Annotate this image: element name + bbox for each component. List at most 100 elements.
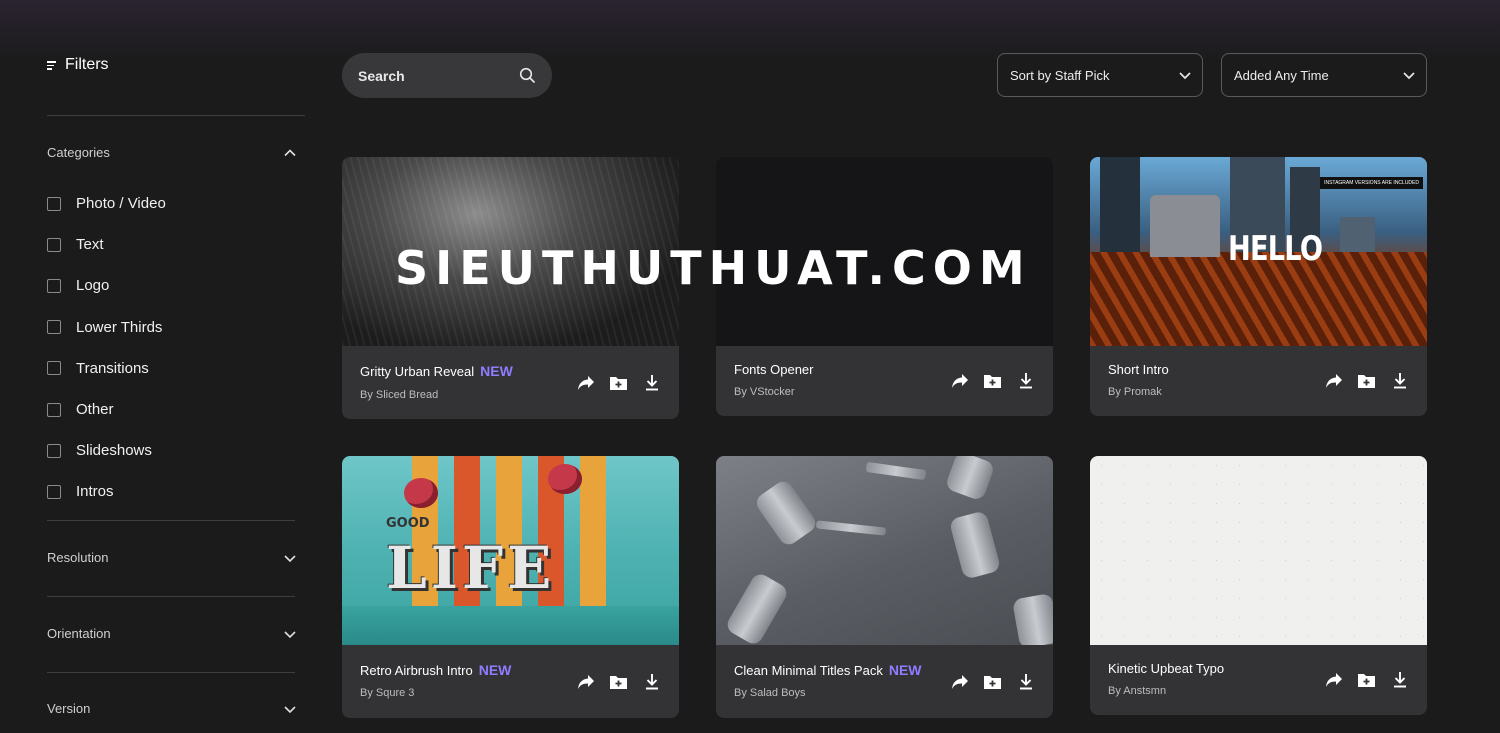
card-actions — [950, 672, 1035, 691]
card-author[interactable]: By Salad Boys — [734, 687, 806, 699]
chevron-down-icon — [284, 705, 296, 713]
category-label: Photo / Video — [76, 195, 166, 213]
share-icon[interactable] — [1324, 670, 1343, 689]
category-lower-thirds[interactable]: Lower Thirds — [47, 307, 166, 348]
card-title[interactable]: Kinetic Upbeat Typo — [1108, 661, 1224, 676]
new-badge: NEW — [480, 363, 513, 379]
time-dropdown[interactable]: Added Any Time — [1221, 53, 1427, 97]
template-card[interactable]: Kinetic Upbeat Typo By Anstsmn — [1090, 456, 1427, 715]
card-title[interactable]: Fonts Opener — [734, 362, 814, 377]
card-actions — [576, 373, 661, 392]
card-thumbnail[interactable] — [342, 157, 679, 346]
divider — [47, 672, 295, 673]
card-info: Clean Minimal Titles Pack NEW By Salad B… — [716, 645, 1053, 718]
chevron-down-icon — [284, 554, 296, 562]
download-icon[interactable] — [1390, 670, 1409, 689]
card-author[interactable]: By Sliced Bread — [360, 389, 438, 401]
instagram-note: INSTAGRAM VERSIONS ARE INCLUDED — [1320, 177, 1423, 189]
card-thumbnail[interactable]: GOOD LIFE — [342, 456, 679, 645]
resolution-header[interactable]: Resolution — [47, 550, 297, 565]
download-icon[interactable] — [1016, 672, 1035, 691]
share-icon[interactable] — [576, 672, 595, 691]
thumb-good-text: GOOD — [386, 516, 430, 531]
category-label: Transitions — [76, 359, 149, 377]
add-to-folder-icon[interactable] — [1357, 371, 1376, 390]
category-transitions[interactable]: Transitions — [47, 348, 166, 389]
card-thumbnail[interactable]: HELLO INSTAGRAM VERSIONS ARE INCLUDED — [1090, 157, 1427, 346]
share-icon[interactable] — [950, 371, 969, 390]
category-text[interactable]: Text — [47, 224, 166, 265]
add-to-folder-icon[interactable] — [1357, 670, 1376, 689]
filters-title: Filters — [65, 56, 109, 73]
chevron-down-icon — [284, 630, 296, 638]
download-icon[interactable] — [642, 672, 661, 691]
download-icon[interactable] — [642, 373, 661, 392]
category-logo[interactable]: Logo — [47, 265, 166, 306]
category-label: Intros — [76, 483, 114, 501]
chevron-down-icon — [1403, 72, 1415, 80]
checkbox[interactable] — [47, 443, 61, 458]
template-card[interactable]: HELLO INSTAGRAM VERSIONS ARE INCLUDED Sh… — [1090, 157, 1427, 416]
category-label: Logo — [76, 277, 110, 295]
template-card[interactable]: Clean Minimal Titles Pack NEW By Salad B… — [716, 456, 1053, 718]
category-label: Other — [76, 401, 114, 419]
divider — [47, 596, 295, 597]
orientation-header[interactable]: Orientation — [47, 626, 297, 641]
checkbox[interactable] — [47, 484, 61, 499]
sort-dropdown[interactable]: Sort by Staff Pick — [997, 53, 1203, 97]
thumb-life-text: LIFE — [386, 534, 556, 602]
share-icon[interactable] — [1324, 371, 1343, 390]
template-card[interactable]: Gritty Urban Reveal NEW By Sliced Bread — [342, 157, 679, 419]
card-info: Short Intro By Promak — [1090, 346, 1427, 416]
category-label: Lower Thirds — [76, 318, 163, 336]
search-input[interactable]: Search — [342, 53, 552, 98]
card-title[interactable]: Retro Airbrush Intro — [360, 663, 473, 678]
template-card[interactable]: GOOD LIFE Retro Airbrush Intro NEW By Sq… — [342, 456, 679, 718]
download-icon[interactable] — [1390, 371, 1409, 390]
card-author[interactable]: By Anstsmn — [1108, 685, 1166, 697]
template-card[interactable]: Fonts Opener By VStocker — [716, 157, 1053, 416]
categories-header[interactable]: Categories — [47, 145, 297, 160]
checkbox[interactable] — [47, 237, 61, 252]
card-actions — [1324, 371, 1409, 390]
card-author[interactable]: By Squre 3 — [360, 687, 414, 699]
category-slideshows[interactable]: Slideshows — [47, 430, 166, 471]
version-header[interactable]: Version — [47, 701, 297, 716]
share-icon[interactable] — [950, 672, 969, 691]
divider — [47, 115, 305, 116]
card-thumbnail[interactable] — [716, 456, 1053, 645]
add-to-folder-icon[interactable] — [983, 672, 1002, 691]
add-to-folder-icon[interactable] — [609, 672, 628, 691]
category-photo-video[interactable]: Photo / Video — [47, 183, 166, 224]
add-to-folder-icon[interactable] — [983, 371, 1002, 390]
card-title[interactable]: Gritty Urban Reveal — [360, 364, 474, 379]
version-label: Version — [47, 701, 91, 716]
checkbox[interactable] — [47, 278, 61, 293]
checkbox[interactable] — [47, 196, 61, 211]
checkbox[interactable] — [47, 402, 61, 417]
filters-toggle[interactable]: Filters — [47, 56, 109, 74]
share-icon[interactable] — [576, 373, 595, 392]
card-author[interactable]: By Promak — [1108, 386, 1162, 398]
checkbox[interactable] — [47, 361, 61, 376]
checkbox[interactable] — [47, 320, 61, 335]
search-icon[interactable] — [519, 67, 536, 84]
card-info: Gritty Urban Reveal NEW By Sliced Bread — [342, 346, 679, 419]
new-badge: NEW — [888, 662, 922, 678]
card-thumbnail[interactable] — [716, 157, 1053, 346]
category-list: Photo / Video Text Logo Lower Thirds Tra… — [47, 183, 166, 513]
category-intros[interactable]: Intros — [47, 471, 166, 512]
new-badge: NEW — [478, 662, 512, 678]
top-gradient — [0, 0, 1500, 60]
download-icon[interactable] — [1016, 371, 1035, 390]
sort-label: Sort by Staff Pick — [1010, 67, 1110, 83]
card-title[interactable]: Clean Minimal Titles Pack — [734, 663, 883, 678]
card-info: Fonts Opener By VStocker — [716, 346, 1053, 416]
card-author[interactable]: By VStocker — [734, 386, 795, 398]
add-to-folder-icon[interactable] — [609, 373, 628, 392]
card-title[interactable]: Short Intro — [1108, 362, 1169, 377]
category-other[interactable]: Other — [47, 389, 166, 430]
card-actions — [576, 672, 661, 691]
card-thumbnail[interactable] — [1090, 456, 1427, 645]
chevron-up-icon — [284, 148, 296, 156]
